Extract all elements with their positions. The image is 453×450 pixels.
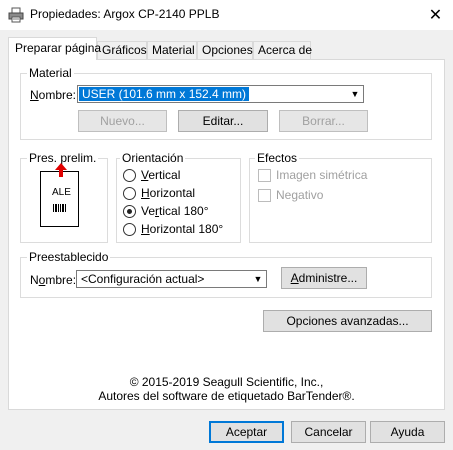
preset-selected-value: <Configuración actual>	[81, 272, 205, 286]
window-title: Propiedades: Argox CP-2140 PPLB	[30, 7, 220, 21]
orientation-group-label: Orientación	[120, 151, 186, 165]
chevron-down-icon[interactable]: ▼	[250, 271, 266, 287]
checkbox-mirror-image-label: Imagen simétrica	[276, 168, 368, 182]
cancel-button[interactable]: Cancelar	[291, 421, 366, 443]
radio-vertical-180[interactable]	[123, 205, 136, 218]
printer-icon	[8, 7, 24, 23]
edit-material-button[interactable]: Editar...	[178, 110, 268, 132]
radio-vertical-label: Vertical	[141, 168, 181, 182]
material-select[interactable]: USER (101.6 mm x 152.4 mm) ▼	[77, 85, 364, 103]
chevron-down-icon[interactable]: ▼	[347, 86, 363, 102]
copyright-line-1: © 2015-2019 Seagull Scientific, Inc.,	[129, 375, 324, 389]
help-button[interactable]: Ayuda	[370, 421, 445, 443]
new-material-button[interactable]: Nuevo...	[78, 110, 167, 132]
radio-horizontal[interactable]	[123, 187, 136, 200]
radio-horizontal-180[interactable]	[123, 223, 136, 236]
preview-text: ALE	[52, 187, 71, 198]
tab-material[interactable]: Material	[147, 41, 197, 59]
preset-select[interactable]: <Configuración actual> ▼	[76, 270, 267, 288]
tab-acerca-de[interactable]: Acerca de	[253, 41, 312, 59]
checkbox-negative[interactable]	[258, 189, 271, 202]
checkbox-negative-label: Negativo	[276, 188, 324, 202]
preset-name-label: Nombre:	[30, 273, 77, 287]
feed-arrow-icon	[55, 163, 67, 177]
material-selected-value: USER (101.6 mm x 152.4 mm)	[79, 87, 250, 101]
delete-material-button[interactable]: Borrar...	[279, 110, 368, 132]
material-group-label: Material	[27, 66, 74, 80]
tab-graficos[interactable]: Gráficos	[97, 41, 147, 59]
material-name-label: Nombre:	[30, 88, 77, 102]
effects-group-label: Efectos	[255, 151, 300, 165]
accept-button[interactable]: Aceptar	[209, 421, 284, 443]
close-icon: ✕	[428, 7, 443, 24]
radio-vertical[interactable]	[123, 169, 136, 182]
radio-vertical-180-label: Vertical 180°	[141, 204, 209, 218]
close-button[interactable]: ✕	[418, 0, 453, 30]
copyright-line-2: Autores del software de etiquetado BarTe…	[98, 389, 355, 403]
label-preview: ALE	[40, 171, 79, 227]
radio-horizontal-180-label: Horizontal 180°	[141, 222, 224, 236]
manage-presets-button[interactable]: Administre...	[281, 267, 367, 289]
tab-preparar-pagina[interactable]: Preparar página	[8, 37, 101, 60]
barcode-icon	[53, 201, 66, 212]
checkbox-mirror-image[interactable]	[258, 169, 271, 182]
radio-horizontal-label: Horizontal	[141, 186, 196, 200]
preset-group-label: Preestablecido	[27, 250, 111, 264]
tab-opciones[interactable]: Opciones	[197, 41, 253, 59]
advanced-options-button[interactable]: Opciones avanzadas...	[263, 310, 432, 332]
